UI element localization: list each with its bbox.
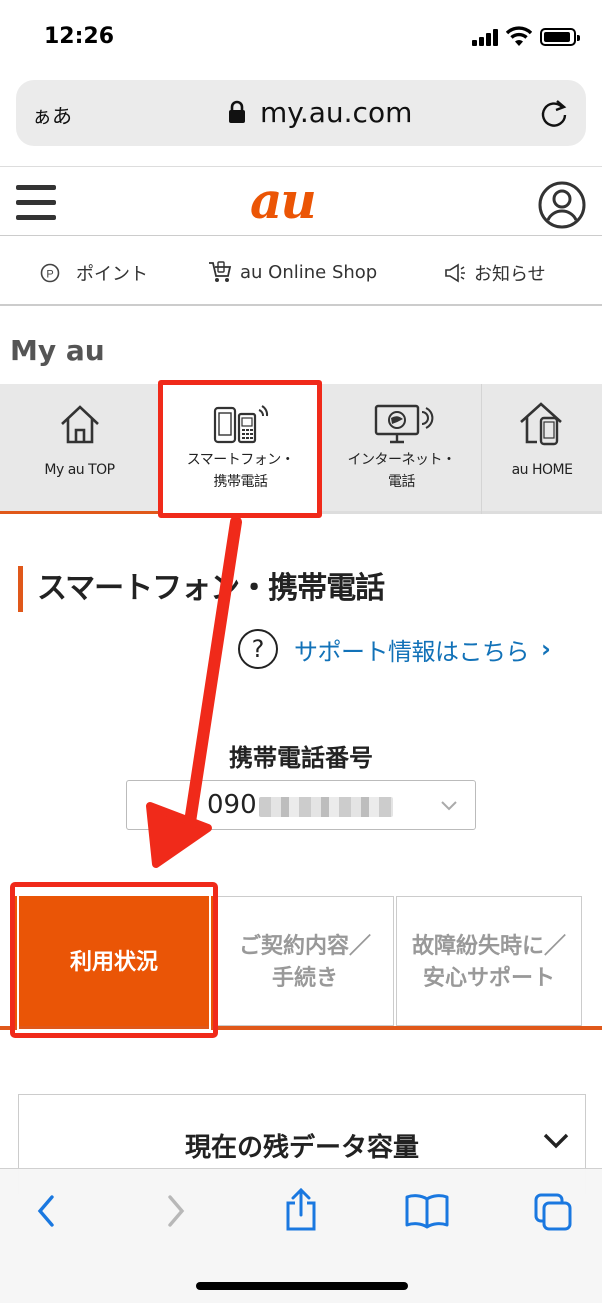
url-text[interactable]: my.au.com [260, 96, 412, 129]
chevron-right-icon: › [541, 635, 551, 663]
online-shop-link[interactable]: au Online Shop [208, 260, 377, 284]
news-label: お知らせ [474, 264, 546, 285]
points-label: ポイント [76, 264, 148, 285]
support-link-label: サポート情報はこちら [294, 637, 530, 666]
reload-icon[interactable] [540, 98, 568, 128]
share-icon[interactable] [282, 1187, 320, 1233]
bookmarks-icon[interactable] [404, 1191, 450, 1231]
tab-internet-label-1: インターネット・ [347, 452, 457, 468]
monitor-icon [374, 404, 433, 444]
forward-icon[interactable] [162, 1191, 190, 1231]
point-icon: P [40, 263, 60, 283]
news-link[interactable]: お知らせ [444, 260, 546, 286]
tab-smartphone-label-2: 携帯電話 [213, 474, 269, 490]
status-time: 12:26 [44, 24, 115, 49]
tab-support-label-2: 安心サポート [422, 966, 555, 991]
tab-au-home[interactable]: au HOME [482, 384, 602, 514]
points-link[interactable]: P ポイント [40, 260, 148, 286]
tab-internet[interactable]: インターネット・ 電話 [322, 384, 482, 514]
screen: 12:26 ぁあ my.au.com au P ポイント au Online S… [0, 0, 602, 1303]
megaphone-icon [445, 263, 465, 283]
quick-links: P ポイント au Online Shop お知らせ [0, 236, 602, 306]
tabs-icon[interactable] [532, 1191, 574, 1233]
cart-icon [209, 261, 232, 282]
chevron-down-icon [543, 1133, 569, 1149]
tab-my-au-top-label: My au TOP [44, 462, 115, 478]
content-tabs: 利用状況 ご契約内容／ 手続き 故障紛失時に／ 安心サポート [0, 894, 602, 1030]
smartphone-icon [213, 405, 268, 444]
tab-contract-label-1: ご契約内容／ [238, 934, 371, 959]
back-icon[interactable] [32, 1191, 60, 1231]
phone-number-select[interactable]: 090 [126, 780, 476, 830]
tab-usage-label: 利用状況 [69, 950, 158, 975]
svg-text:P: P [46, 269, 53, 281]
tab-underline [0, 511, 160, 514]
tab-support-label-1: 故障紛失時に／ [411, 934, 566, 959]
tab-my-au-top[interactable]: My au TOP [0, 384, 160, 514]
battery-icon [540, 28, 580, 46]
tab-usage[interactable]: 利用状況 [14, 896, 214, 1026]
remaining-data-title: 現在の残データ容量 [184, 1133, 419, 1163]
tab-au-home-label: au HOME [511, 462, 573, 478]
phone-number-redacted [259, 797, 393, 817]
online-shop-label: au Online Shop [240, 261, 378, 283]
tab-internet-label-2: 電話 [388, 474, 416, 490]
tab-contract[interactable]: ご契約内容／ 手続き [216, 896, 394, 1026]
text-size-button[interactable]: ぁあ [32, 100, 72, 129]
tab-support[interactable]: 故障紛失時に／ 安心サポート [396, 896, 582, 1026]
cellular-signal-icon [472, 28, 500, 46]
wifi-icon [506, 26, 532, 46]
lock-icon [229, 100, 245, 123]
au-logo[interactable]: au [250, 171, 317, 230]
chevron-down-icon [441, 801, 457, 811]
phone-number-prefix: 090 [207, 790, 257, 820]
home-icon [60, 405, 99, 444]
help-icon: ? [238, 629, 278, 669]
phone-number-label: 携帯電話番号 [229, 744, 373, 772]
category-tabs: My au TOP スマートフォン・ 携帯電話 インターネット・ 電話 au H… [0, 384, 602, 514]
site-header: au [0, 166, 602, 236]
tab-contract-label-2: 手続き [271, 966, 338, 991]
home-indicator[interactable] [196, 1282, 408, 1290]
tab-smartphone-label-1: スマートフォン・ [186, 452, 295, 468]
menu-icon[interactable] [16, 185, 56, 221]
address-bar[interactable]: ぁあ my.au.com [16, 80, 586, 146]
status-bar: 12:26 [0, 0, 602, 70]
page-title: スマートフォン・携帯電話 [18, 566, 385, 612]
support-info-link[interactable]: ? サポート情報はこちら › [238, 628, 551, 670]
tab-smartphone[interactable]: スマートフォン・ 携帯電話 [160, 384, 322, 514]
smart-home-icon [520, 402, 562, 446]
account-icon[interactable] [538, 181, 586, 229]
my-au-title: My au [10, 334, 105, 367]
